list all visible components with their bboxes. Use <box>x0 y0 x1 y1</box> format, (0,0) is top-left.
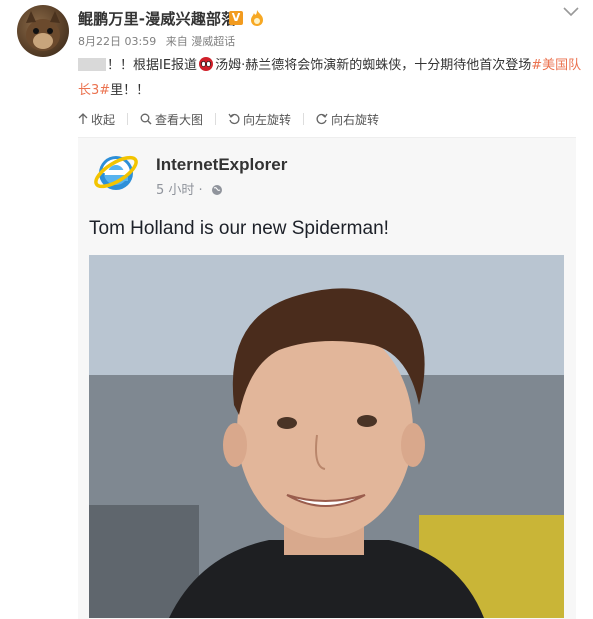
verified-badge: V <box>229 11 243 25</box>
rotate-left-button[interactable]: 向左旋转 <box>228 111 291 128</box>
collapse-button[interactable]: 收起 <box>78 111 115 128</box>
collapse-icon <box>78 113 88 124</box>
embedded-post-text: Tom Holland is our new Spiderman! <box>89 218 389 239</box>
view-large-button[interactable]: 查看大图 <box>140 111 203 128</box>
globe-icon <box>211 185 222 195</box>
flame-icon <box>251 10 263 26</box>
page-name: InternetExplorer <box>156 155 288 174</box>
image-toolbar: 收起 查看大图 向左旋转 向右旋转 <box>78 108 578 130</box>
divider <box>215 113 217 125</box>
author-avatar[interactable] <box>17 5 69 57</box>
rotate-right-button[interactable]: 向右旋转 <box>316 111 379 128</box>
text-part-2: 汤姆·赫兰德将会饰演新的蜘蛛侠，十分期待他首次登场 <box>215 58 532 73</box>
spider-icon <box>199 57 214 71</box>
author-name[interactable]: 鲲鹏万里-漫威兴趣部落 <box>78 8 236 29</box>
zoom-icon <box>140 113 152 125</box>
post-source[interactable]: 来自 漫威超话 <box>166 35 236 48</box>
ie-logo <box>94 155 138 190</box>
rotate-right-label: 向右旋转 <box>331 112 380 127</box>
post-header: 鲲鹏万里-漫威兴趣部落 V 8月22日 03:59 来自 漫威超话 ！！根据IE… <box>0 0 593 104</box>
divider <box>303 113 305 125</box>
rotate-right-icon <box>316 113 328 125</box>
post-meta: 8月22日 03:59 来自 漫威超话 <box>78 33 241 49</box>
rotate-left-label: 向左旋转 <box>243 112 292 127</box>
post-text: ！！根据IE报道 汤姆·赫兰德将会饰演新的蜘蛛侠，十分期待他首次登场#美国队长3… <box>78 53 583 103</box>
time-text: 5 小时 · <box>156 183 207 198</box>
view-large-label: 查看大图 <box>155 112 204 127</box>
collapse-label: 收起 <box>91 112 116 127</box>
text-part-1: ！！根据IE报道 <box>107 58 198 73</box>
person-photo[interactable] <box>89 255 564 618</box>
post-time: 5 小时 · <box>156 179 223 198</box>
text-part-3: 里！！ <box>110 83 150 98</box>
rotate-left-icon <box>228 113 240 125</box>
chevron-down-icon[interactable] <box>562 6 580 18</box>
divider <box>127 113 129 125</box>
blurred-text <box>78 58 106 71</box>
post-date[interactable]: 8月22日 03:59 <box>78 35 156 48</box>
